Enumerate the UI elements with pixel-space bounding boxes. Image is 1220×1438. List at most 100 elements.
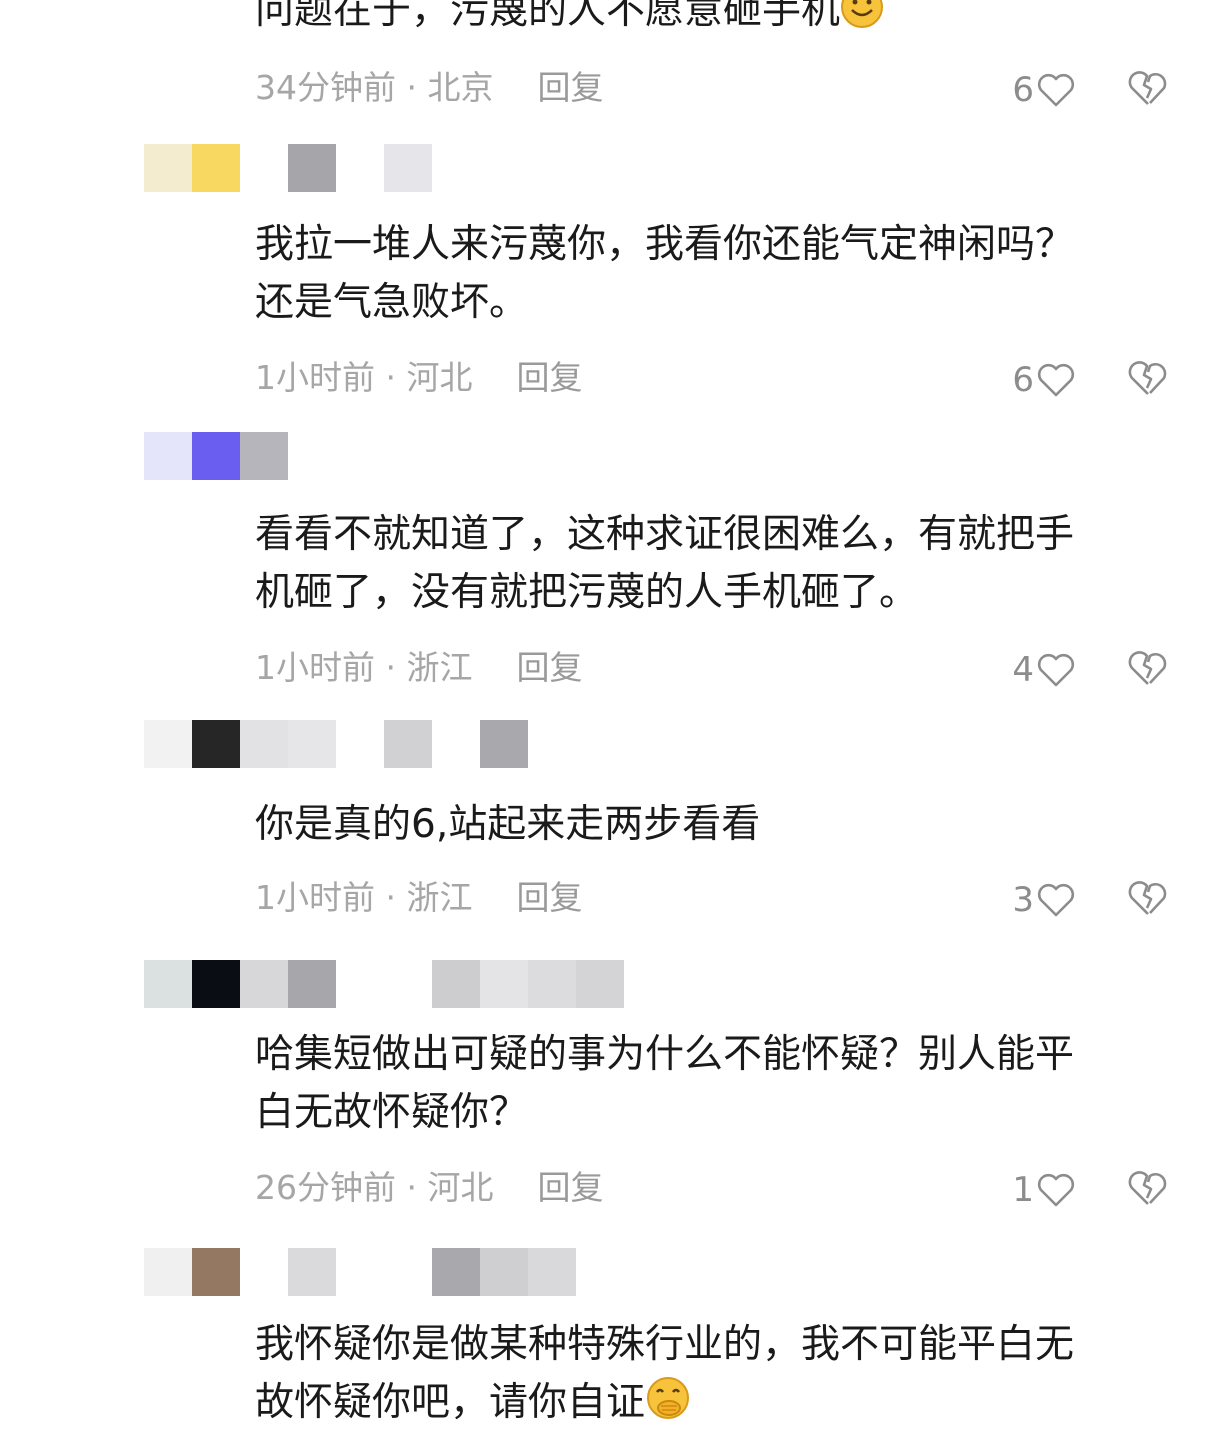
pixel-block <box>336 960 384 1008</box>
comment-location: 河北 <box>427 1168 494 1207</box>
pixelated-username <box>144 960 624 1008</box>
face-with-hand-over-mouth-emoji-icon <box>645 1375 691 1438</box>
pixel-block <box>192 144 240 192</box>
pixel-block <box>384 144 432 192</box>
pixelated-username <box>144 432 384 480</box>
broken-heart-icon <box>1128 881 1167 915</box>
pixel-block <box>192 1248 240 1296</box>
like-count: 6 <box>1012 70 1034 110</box>
comment-meta: 34分钟前 · 北京 回复 <box>255 66 603 110</box>
pixel-block <box>192 432 240 480</box>
pixel-block <box>144 1248 192 1296</box>
broken-heart-icon <box>1128 1171 1167 1205</box>
comment-time: 34分钟前 <box>255 68 396 107</box>
pixel-block <box>240 1248 288 1296</box>
comment-location: 北京 <box>427 68 494 107</box>
broken-heart-icon <box>1128 651 1167 685</box>
heart-icon <box>1037 653 1075 687</box>
pixel-block <box>288 1248 336 1296</box>
like-button[interactable]: 6 <box>996 358 1076 402</box>
pixel-block <box>288 960 336 1008</box>
pixel-block <box>384 1248 432 1296</box>
pixelated-username <box>144 720 528 768</box>
pixel-block <box>336 1248 384 1296</box>
comment-meta: 26分钟前 · 河北 回复 <box>255 1166 603 1210</box>
comment-location: 河北 <box>406 358 473 397</box>
reply-button[interactable]: 回复 <box>516 648 582 687</box>
comment-text: 我拉一堆人来污蔑你，我看你还能气定神闲吗？ 还是气急败坏。 <box>255 222 1075 325</box>
heart-icon <box>1037 73 1075 107</box>
smile-emoji-icon <box>840 0 884 46</box>
pixel-block <box>240 144 288 192</box>
comment-meta: 1小时前 · 河北 回复 <box>255 356 582 400</box>
comment-location: 浙江 <box>406 648 473 687</box>
comment-text: 问题在于，污蔑的人不愿意砸手机 <box>255 0 1155 46</box>
comment-text: 看看不就知道了，这种求证很困难么，有就把手 机砸了，没有就把污蔑的人手机砸了。 <box>255 512 1075 615</box>
reply-button[interactable]: 回复 <box>537 68 603 107</box>
reply-button[interactable]: 回复 <box>516 878 582 917</box>
broken-heart-icon <box>1128 71 1167 105</box>
like-button[interactable]: 6 <box>996 68 1076 112</box>
pixelated-username <box>144 1248 576 1296</box>
pixel-block <box>528 1248 576 1296</box>
heart-icon <box>1037 363 1075 397</box>
pixel-block <box>336 144 384 192</box>
like-count: 4 <box>1012 650 1034 690</box>
comment-meta: 1小时前 · 浙江 回复 <box>255 646 582 690</box>
pixel-block <box>432 720 480 768</box>
pixel-block <box>528 960 576 1008</box>
pixel-block <box>192 720 240 768</box>
comment-time: 26分钟前 <box>255 1168 396 1207</box>
like-count: 1 <box>1012 1170 1034 1210</box>
pixel-block <box>384 960 432 1008</box>
heart-icon <box>1037 1173 1075 1207</box>
comment-time: 1小时前 <box>255 358 375 397</box>
pixel-block <box>384 720 432 768</box>
like-count: 3 <box>1012 880 1034 920</box>
pixel-block <box>336 432 384 480</box>
comment-text: 你是真的6,站起来走两步看看 <box>255 802 761 847</box>
pixel-block <box>336 720 384 768</box>
comment-text: 我怀疑你是做某种特殊行业的，我不可能平白无 故怀疑你吧，请你自证 <box>255 1316 1155 1438</box>
pixel-block <box>576 960 624 1008</box>
dislike-button[interactable] <box>1126 648 1172 692</box>
pixel-block <box>240 720 288 768</box>
pixel-block <box>288 432 336 480</box>
reply-button[interactable]: 回复 <box>516 358 582 397</box>
like-button[interactable]: 3 <box>996 878 1076 922</box>
pixel-block <box>288 720 336 768</box>
meta-separator: · <box>396 1168 428 1207</box>
reply-button[interactable]: 回复 <box>537 1168 603 1207</box>
like-button[interactable]: 4 <box>996 648 1076 692</box>
comment-text: 哈集短做出可疑的事为什么不能怀疑？别人能平 白无故怀疑你？ <box>255 1032 1075 1135</box>
pixel-block <box>144 144 192 192</box>
pixel-block <box>288 144 336 192</box>
pixel-block <box>144 720 192 768</box>
pixel-block <box>144 432 192 480</box>
dislike-button[interactable] <box>1126 878 1172 922</box>
pixel-block <box>144 960 192 1008</box>
pixel-block <box>480 1248 528 1296</box>
meta-separator: · <box>375 648 407 687</box>
comment-meta: 1小时前 · 浙江 回复 <box>255 876 582 920</box>
dislike-button[interactable] <box>1126 1168 1172 1212</box>
comment-location: 浙江 <box>406 878 473 917</box>
heart-icon <box>1037 883 1075 917</box>
pixelated-username <box>144 144 432 192</box>
comment-time: 1小时前 <box>255 648 375 687</box>
meta-separator: · <box>396 68 428 107</box>
meta-separator: · <box>375 878 407 917</box>
like-button[interactable]: 1 <box>996 1168 1076 1212</box>
meta-separator: · <box>375 358 407 397</box>
pixel-block <box>480 960 528 1008</box>
dislike-button[interactable] <box>1126 358 1172 402</box>
pixel-block <box>432 1248 480 1296</box>
pixel-block <box>432 960 480 1008</box>
dislike-button[interactable] <box>1126 68 1172 112</box>
pixel-block <box>480 720 528 768</box>
like-count: 6 <box>1012 360 1034 400</box>
pixel-block <box>240 432 288 480</box>
pixel-block <box>192 960 240 1008</box>
pixel-block <box>240 960 288 1008</box>
comment-time: 1小时前 <box>255 878 375 917</box>
